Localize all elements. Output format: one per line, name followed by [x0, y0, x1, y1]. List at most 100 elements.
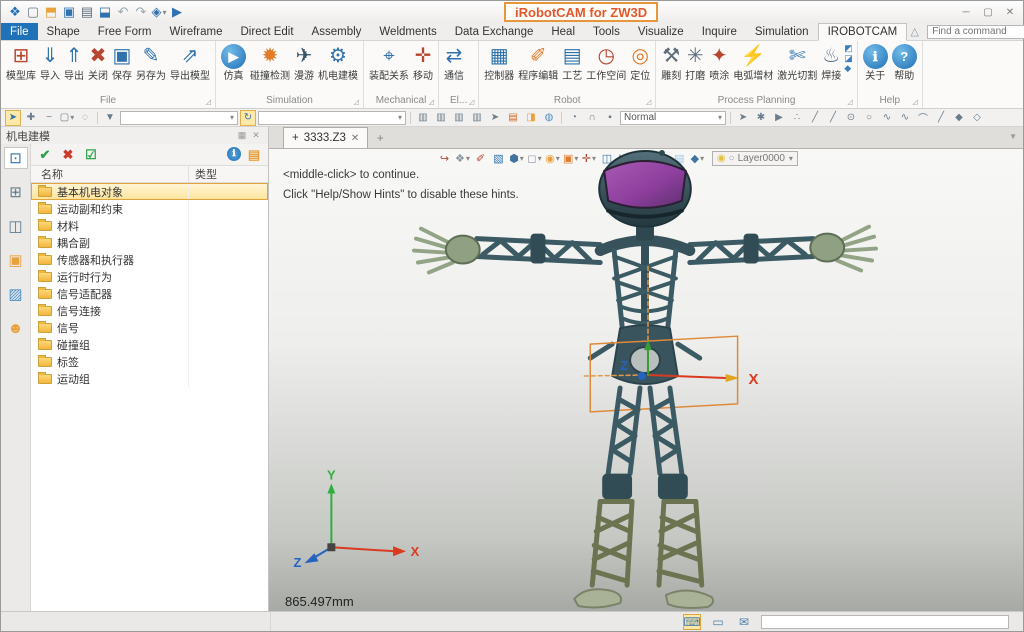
window-close-button[interactable]: ✕: [1002, 4, 1018, 20]
publish-icon[interactable]: ⬓: [96, 3, 114, 21]
remove-entity-icon[interactable]: −: [41, 110, 57, 126]
datum-display-icon[interactable]: ▥: [415, 110, 431, 126]
play-record-icon[interactable]: ▶: [771, 110, 787, 126]
tab-free-form[interactable]: Free Form: [89, 23, 161, 40]
point-cloud-icon[interactable]: ∴: [789, 110, 805, 126]
apply-checkbox-button[interactable]: ☑: [82, 147, 100, 163]
dialog-launcher-icon[interactable]: ◿: [646, 98, 651, 106]
tab-assembly[interactable]: Assembly: [303, 23, 371, 40]
collision-detect-button[interactable]: ✹碰撞检测: [248, 42, 292, 84]
history-manager-icon[interactable]: ◫: [4, 215, 28, 237]
circle-select-icon[interactable]: ◌: [77, 110, 93, 126]
tree-row[interactable]: 信号: [31, 319, 268, 336]
selection-ring-icon[interactable]: ◈: [150, 3, 168, 21]
small-tool-corner-icon[interactable]: ◩: [844, 44, 853, 53]
simulate-button[interactable]: ▶仿真: [219, 42, 248, 84]
new-file-icon[interactable]: ▢: [24, 3, 42, 21]
tree-row[interactable]: 运动组: [31, 370, 268, 387]
mechatronic-panel-icon[interactable]: ⊡: [4, 147, 28, 169]
dialog-launcher-icon[interactable]: ◿: [206, 98, 211, 106]
image-gallery-icon[interactable]: ▨: [4, 283, 28, 305]
tree-row[interactable]: 标签: [31, 353, 268, 370]
play-macro-icon[interactable]: ▶: [168, 3, 186, 21]
history-combo[interactable]: [258, 111, 406, 125]
swatch-tool-icon[interactable]: ▪: [602, 110, 618, 126]
help-button[interactable]: ?帮助: [890, 42, 919, 84]
close-file-button[interactable]: ✖关闭: [86, 42, 110, 84]
window-maximize-button[interactable]: ▢: [980, 4, 996, 20]
spline-tool-icon[interactable]: ∿: [879, 110, 895, 126]
save-as-button[interactable]: ✎另存为: [134, 42, 168, 84]
tab-visualize[interactable]: Visualize: [629, 23, 693, 40]
spin-tool-icon[interactable]: ◔: [566, 110, 582, 126]
tab-inquire[interactable]: Inquire: [693, 23, 746, 40]
weld-button[interactable]: ♨焊接: [819, 42, 843, 84]
tab-irobotcam[interactable]: IROBOTCAM: [818, 23, 908, 41]
select-cursor-icon[interactable]: ➤: [5, 110, 21, 126]
arc-additive-button[interactable]: ⚡电弧增材: [731, 42, 775, 84]
polyline-tool-icon[interactable]: ╱: [825, 110, 841, 126]
library-bundle-icon[interactable]: ◨: [523, 110, 539, 126]
positioning-button[interactable]: ◎定位: [628, 42, 652, 84]
sine-tool-icon[interactable]: ∿: [897, 110, 913, 126]
tab-tools[interactable]: Tools: [584, 23, 629, 40]
tree-row[interactable]: 运动副和约束: [31, 200, 268, 217]
tab-wireframe[interactable]: Wireframe: [160, 23, 231, 40]
export-model-button[interactable]: ⇗导出模型: [168, 42, 212, 84]
tree-row[interactable]: 材料: [31, 217, 268, 234]
command-input[interactable]: [761, 615, 1009, 629]
notebook-icon[interactable]: ▤: [505, 110, 521, 126]
model-library-button[interactable]: ⊞模型库: [4, 42, 38, 84]
move-button[interactable]: ✛移动: [411, 42, 435, 84]
about-button[interactable]: ℹ关于: [861, 42, 890, 84]
surface-dark-tool-icon[interactable]: ◆: [951, 110, 967, 126]
tab-file[interactable]: File: [1, 23, 38, 40]
window-minimize-button[interactable]: ─: [958, 4, 974, 20]
panel-close-icon[interactable]: ✕: [249, 130, 263, 141]
assembly-relation-button[interactable]: ⌖装配关系: [367, 42, 411, 84]
line-tool-icon[interactable]: ╱: [807, 110, 823, 126]
circle-tool-icon[interactable]: ○: [861, 110, 877, 126]
add-entity-icon[interactable]: ✚: [23, 110, 39, 126]
program-edit-button[interactable]: ✐程序编辑: [516, 42, 560, 84]
tab-simulation[interactable]: Simulation: [746, 23, 818, 40]
info-icon[interactable]: ℹ: [227, 147, 241, 161]
communication-button[interactable]: ⇄通信: [442, 42, 466, 84]
tree-row[interactable]: 基本机电对象: [31, 183, 268, 200]
clip-tool-icon[interactable]: ∩: [584, 110, 600, 126]
robot-model[interactable]: X Z: [269, 149, 1023, 611]
new-tab-button[interactable]: +: [368, 127, 392, 148]
pick-filter-icon[interactable]: ▼: [102, 110, 118, 126]
message-log-icon[interactable]: ✉: [735, 614, 753, 630]
tree-row[interactable]: 传感器和执行器: [31, 251, 268, 268]
tree-row[interactable]: 碰撞组: [31, 336, 268, 353]
redo-icon[interactable]: ↷: [132, 3, 150, 21]
assembly-tree-icon[interactable]: ⊞: [4, 181, 28, 203]
tree-row[interactable]: 运行时行为: [31, 268, 268, 285]
polish-button[interactable]: ✳打磨: [683, 42, 707, 84]
controller-button[interactable]: ▦控制器: [482, 42, 516, 84]
print-icon[interactable]: ▤: [78, 3, 96, 21]
mechatronic-modeling-button[interactable]: ⚙机电建模: [316, 42, 360, 84]
find-command-input[interactable]: [927, 25, 1024, 39]
save-button[interactable]: ▣保存: [110, 42, 134, 84]
laser-cut-button[interactable]: ✄激光切割: [775, 42, 819, 84]
cancel-button[interactable]: ✖: [59, 147, 77, 163]
tree-row[interactable]: 信号连接: [31, 302, 268, 319]
walkthrough-button[interactable]: ✈漫游: [292, 42, 316, 84]
user-session-icon[interactable]: ☻: [4, 317, 28, 339]
small-tool-face-icon[interactable]: ◪: [844, 54, 853, 63]
viewport-canvas[interactable]: ↪ ❖ ✐ ▧ ⬢ ◻ ◉ ▣ ✛ ◫ H ▦ ■ ▤ ◆ ◉ ○ Layer0…: [269, 149, 1023, 611]
tab-weldments[interactable]: Weldments: [370, 23, 445, 40]
face-display-icon[interactable]: ▥: [451, 110, 467, 126]
export-button[interactable]: ⇑导出: [62, 42, 86, 84]
engrave-button[interactable]: ⚒雕刻: [659, 42, 683, 84]
dialog-launcher-icon[interactable]: ◿: [469, 98, 474, 106]
process-button[interactable]: ▤工艺: [560, 42, 584, 84]
panel-dock-icon[interactable]: ▦: [235, 130, 249, 141]
document-tab[interactable]: + 3333.Z3 ✕: [283, 127, 368, 148]
tab-data-exchange[interactable]: Data Exchange: [446, 23, 543, 40]
web-globe-icon[interactable]: ◍: [541, 110, 557, 126]
history-regen-icon[interactable]: ↻: [240, 110, 256, 126]
dialog-launcher-icon[interactable]: ◿: [912, 98, 917, 106]
